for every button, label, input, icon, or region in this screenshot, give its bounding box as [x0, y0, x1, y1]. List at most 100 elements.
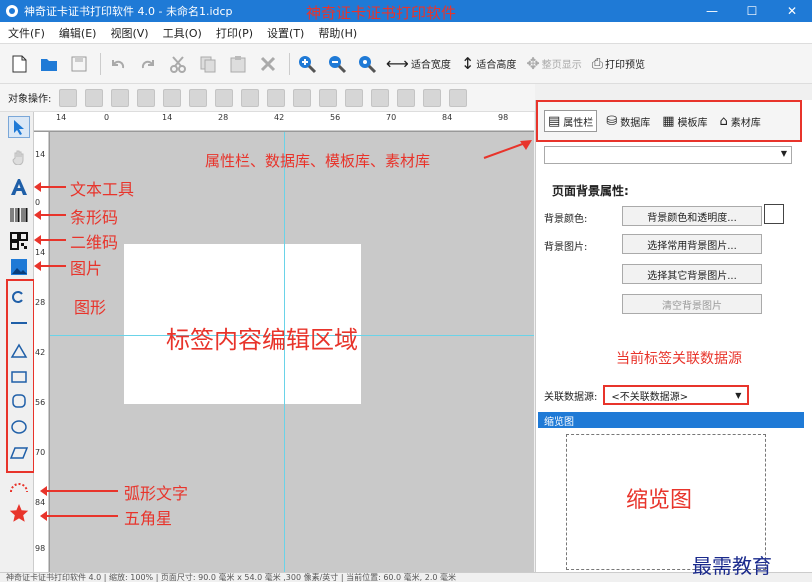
- copy-icon[interactable]: [197, 53, 219, 75]
- menu-bar: 文件(F) 编辑(E) 视图(V) 工具(O) 打印(P) 设置(T) 帮助(H…: [0, 22, 812, 44]
- align-bottom-icon[interactable]: [319, 88, 338, 107]
- thumbnail-header: 缩览图: [538, 412, 804, 428]
- zoom-in-icon[interactable]: [296, 53, 318, 75]
- save-icon[interactable]: [68, 53, 90, 75]
- minimize-button[interactable]: —: [692, 0, 732, 22]
- qrcode-icon[interactable]: [8, 230, 30, 252]
- menu-view[interactable]: 视图(V): [110, 25, 148, 41]
- vertical-ruler: 14 0 14 28 42 56 70 84 98: [34, 132, 50, 572]
- print-preview-button[interactable]: ⎙ 打印预览: [592, 56, 645, 72]
- align-top-icon[interactable]: [267, 88, 286, 107]
- bg-image-other-button[interactable]: 选择其它背景图片...: [622, 264, 762, 284]
- text-tool-icon[interactable]: [8, 176, 30, 198]
- bg-image-common-button[interactable]: 选择常用背景图片...: [622, 234, 762, 254]
- ruler-tick-label: 70: [386, 113, 397, 122]
- menu-tools[interactable]: 工具(O): [163, 25, 202, 41]
- menu-settings[interactable]: 设置(T): [267, 25, 304, 41]
- align-middle-icon[interactable]: [241, 88, 260, 107]
- same-height-icon[interactable]: [371, 88, 390, 107]
- close-button[interactable]: ✕: [772, 0, 812, 22]
- properties-icon: ▤: [548, 113, 561, 129]
- tab-properties[interactable]: ▤ 属性栏: [544, 110, 598, 132]
- shapes-annotation: 图形: [74, 298, 107, 317]
- bring-forward-icon[interactable]: [111, 88, 130, 107]
- menu-help[interactable]: 帮助(H): [318, 25, 357, 41]
- open-folder-icon[interactable]: [38, 53, 60, 75]
- ruler-tick-label: 56: [330, 113, 341, 122]
- select-arrow-icon[interactable]: [8, 116, 30, 138]
- ruler-tick-label: 98: [35, 544, 46, 553]
- bg-image-label: 背景图片:: [544, 242, 588, 253]
- hand-pan-icon[interactable]: [8, 146, 30, 168]
- fit-width-icon: ⟷: [386, 54, 409, 73]
- annotation-arrow: [40, 486, 118, 496]
- tabs-annotation-arrow: [483, 140, 532, 159]
- tabs-annotation: 属性栏、数据库、模板库、素材库: [205, 152, 431, 170]
- menu-file[interactable]: 文件(F): [8, 25, 45, 41]
- toolbar-divider: [289, 52, 290, 75]
- align-left-icon[interactable]: [163, 88, 182, 107]
- ruler-tick-label: 0: [104, 113, 110, 122]
- tab-templates[interactable]: ▦ 模板库: [659, 110, 710, 132]
- image-tool-icon[interactable]: [8, 256, 30, 278]
- ruler-tick-label: 0: [35, 198, 41, 207]
- ruler-tick-label: 14: [35, 248, 46, 257]
- paste-icon[interactable]: [227, 53, 249, 75]
- redo-icon[interactable]: [137, 53, 159, 75]
- title-bar: 神奇证卡证书打印软件 4.0 - 未命名1.idcp 神奇证卡证书打印软件 — …: [0, 0, 812, 22]
- tab-materials-label: 素材库: [730, 117, 761, 129]
- ungroup-icon[interactable]: [449, 88, 468, 107]
- shapes-group-highlight: [6, 279, 35, 473]
- object-select-dropdown[interactable]: ▼: [544, 146, 792, 164]
- delete-icon[interactable]: [257, 53, 279, 75]
- watermark: 最需教育: [692, 554, 772, 578]
- datasource-label: 关联数据源:: [544, 391, 598, 403]
- qrcode-annotation: 二维码: [70, 233, 119, 252]
- fit-width-button[interactable]: ⟷ 适合宽度: [386, 54, 451, 73]
- window-title: 神奇证卡证书打印软件 4.0 - 未命名1.idcp: [24, 5, 233, 18]
- zoom-actual-icon[interactable]: [356, 53, 378, 75]
- page-background-title: 页面背景属性:: [552, 184, 629, 198]
- barcode-icon[interactable]: [8, 204, 30, 226]
- barcode-annotation: 条形码: [70, 208, 119, 227]
- page-display-button[interactable]: ✥ 整页显示: [526, 54, 581, 73]
- ruler-tick-label: 14: [35, 150, 46, 159]
- undo-icon[interactable]: [107, 53, 129, 75]
- new-file-icon[interactable]: [8, 53, 30, 75]
- datasource-select[interactable]: <不关联数据源> ▼: [603, 385, 750, 405]
- align-vcenter-icon[interactable]: [293, 88, 312, 107]
- ruler-tick-label: 14: [56, 113, 67, 122]
- cut-icon[interactable]: [167, 53, 189, 75]
- bg-image-clear-button[interactable]: 清空背景图片: [622, 294, 762, 314]
- ruler-tick-label: 28: [35, 298, 46, 307]
- ruler-tick-label: 42: [35, 348, 46, 357]
- datasource-row: 关联数据源: <不关联数据源> ▼: [544, 382, 802, 408]
- arc-text-annotation: 弧形文字: [124, 484, 189, 503]
- annotation-arrow: [34, 210, 66, 220]
- database-icon: ⛁: [606, 113, 618, 129]
- menu-print[interactable]: 打印(P): [216, 25, 253, 41]
- bg-color-button[interactable]: 背景颜色和透明度...: [622, 206, 762, 226]
- maximize-button[interactable]: ☐: [732, 0, 772, 22]
- bring-front-icon[interactable]: [59, 88, 78, 107]
- align-center-icon[interactable]: [189, 88, 208, 107]
- fit-height-button[interactable]: ↕ 适合高度: [461, 54, 516, 73]
- send-backward-icon[interactable]: [137, 88, 156, 107]
- horizontal-ruler: 14 0 14 28 42 56 70 84 98: [34, 112, 534, 132]
- align-right-icon[interactable]: [215, 88, 234, 107]
- text-tool-annotation: 文本工具: [70, 180, 135, 199]
- group-icon[interactable]: [423, 88, 442, 107]
- bg-color-swatch[interactable]: [764, 204, 784, 224]
- annotation-arrow: [34, 182, 66, 192]
- arc-text-icon[interactable]: [8, 476, 30, 498]
- same-width-icon[interactable]: [345, 88, 364, 107]
- zoom-out-icon[interactable]: [326, 53, 348, 75]
- star-icon[interactable]: [8, 502, 30, 524]
- send-back-icon[interactable]: [85, 88, 104, 107]
- distribute-icon[interactable]: [397, 88, 416, 107]
- object-operations-label: 对象操作:: [8, 94, 52, 105]
- tab-materials[interactable]: ⌂ 素材库: [717, 110, 764, 132]
- tab-database[interactable]: ⛁ 数据库: [603, 110, 653, 132]
- menu-edit[interactable]: 编辑(E): [59, 25, 97, 41]
- tab-templates-label: 模板库: [677, 117, 708, 129]
